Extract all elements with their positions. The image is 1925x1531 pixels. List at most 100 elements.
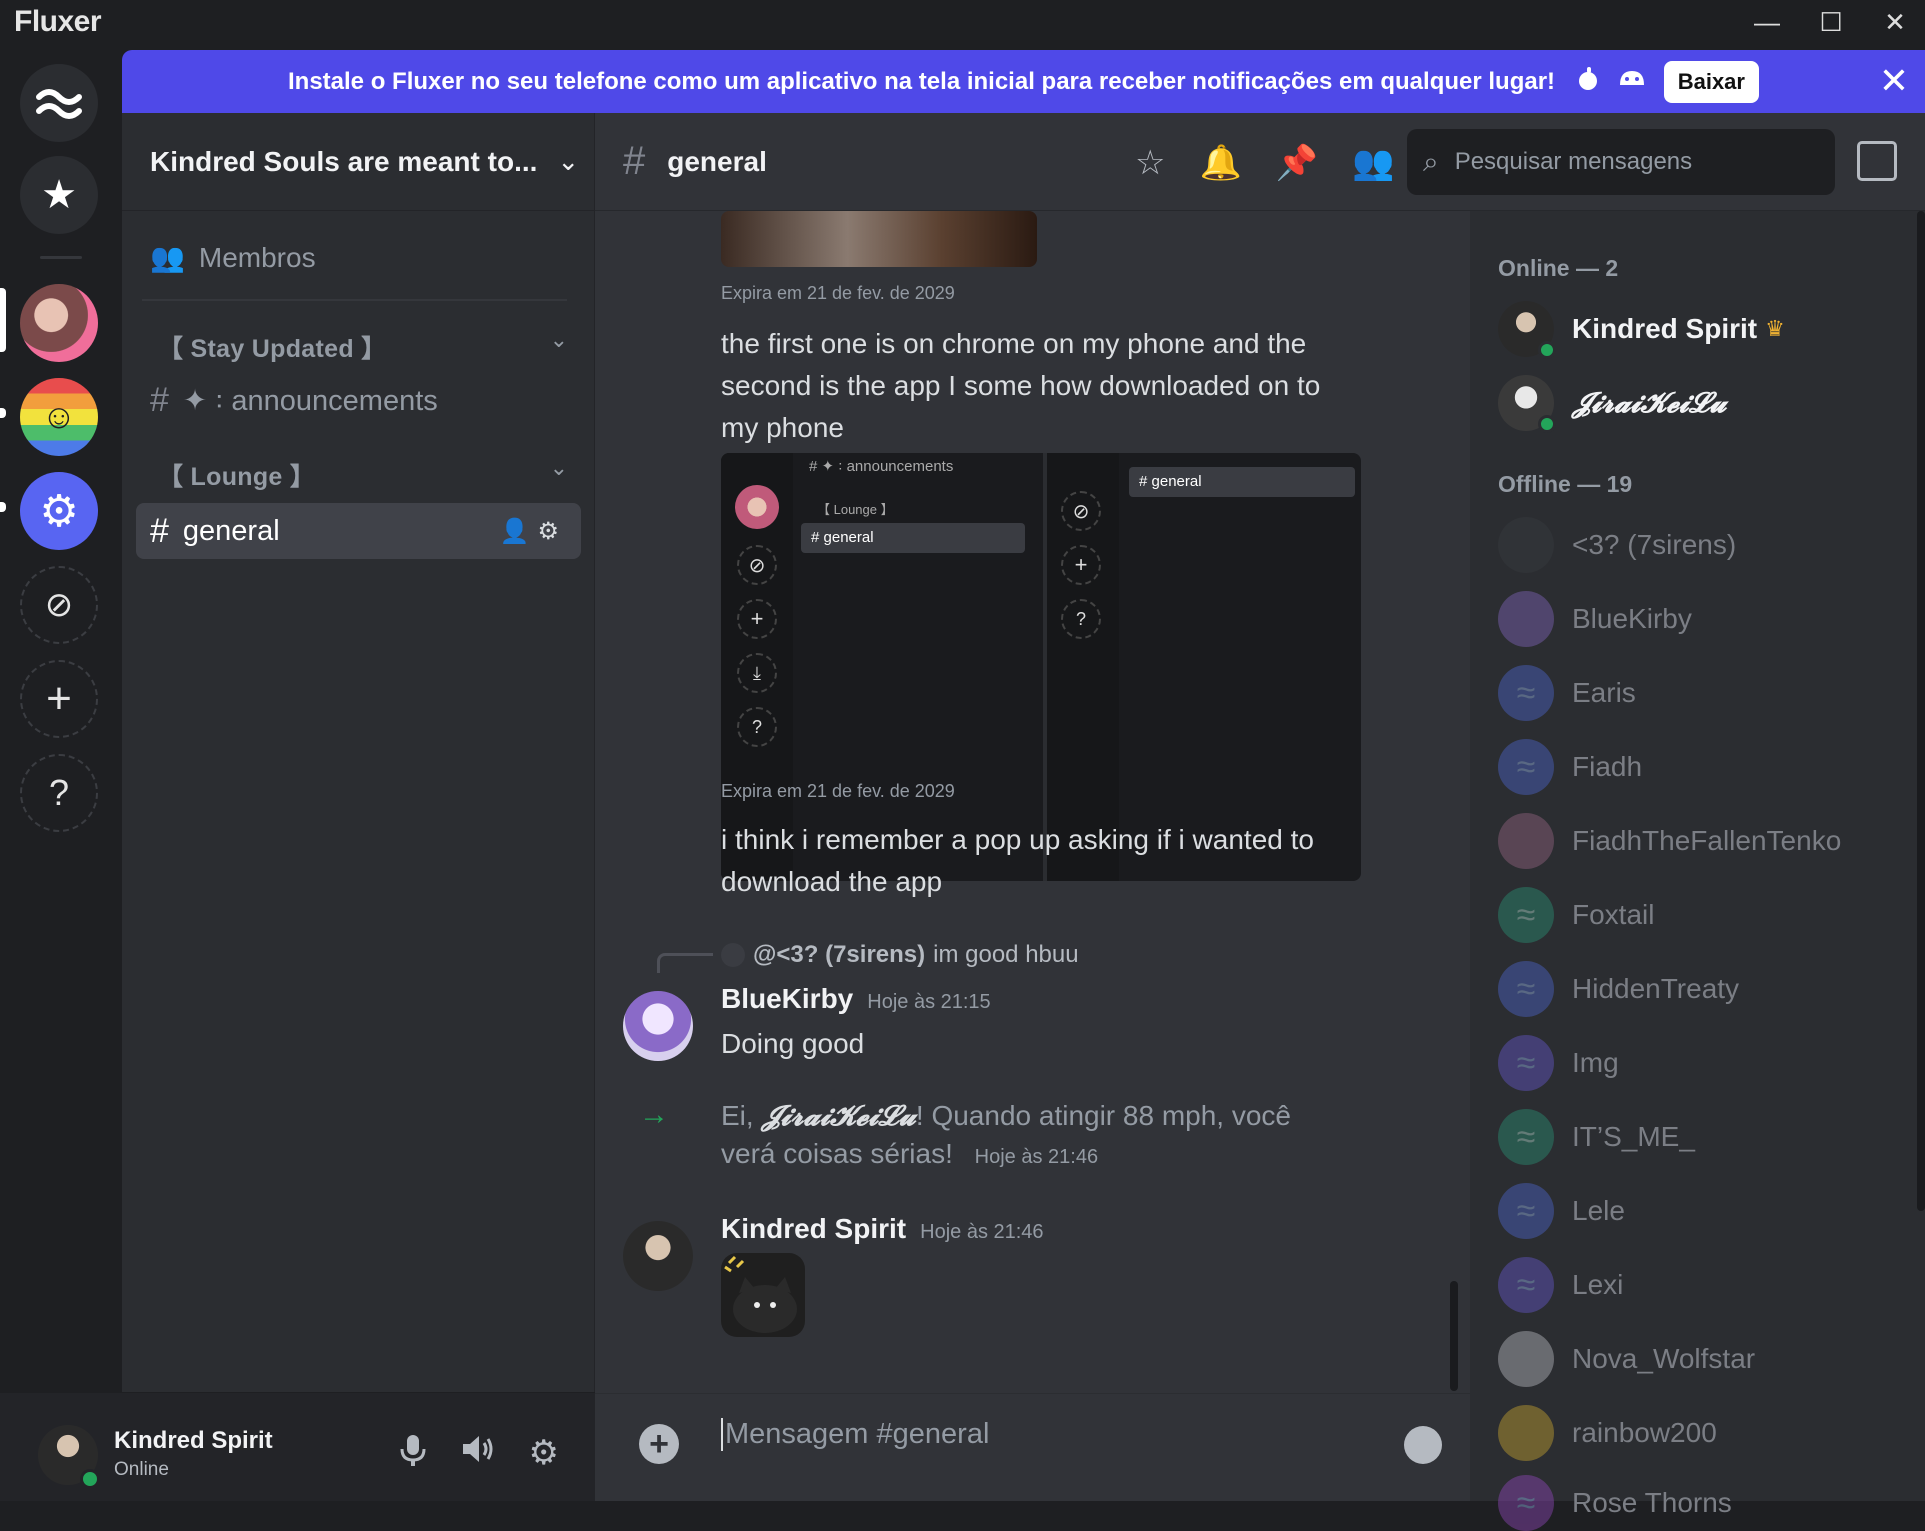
member-scrollbar[interactable] — [1917, 211, 1925, 1211]
message-input[interactable]: Mensagem #general — [721, 1418, 989, 1451]
members-label: Membros — [198, 241, 316, 273]
user-name[interactable]: Kindred Spirit — [114, 1427, 273, 1455]
member-item[interactable]: 𝓙𝓲𝓻𝓪𝓲𝓚𝓮𝓲𝓛𝓾 — [1498, 375, 1727, 433]
question-icon: ? — [1061, 599, 1101, 639]
member-item[interactable]: BlueKirby — [1498, 591, 1692, 647]
avatar — [1498, 375, 1556, 433]
fluxer-logo-icon: ≈ — [1498, 1257, 1554, 1313]
help-button[interactable]: ? — [20, 754, 98, 832]
embed-channel-announcements: # ✦ ꞉ announcements — [809, 458, 954, 475]
member-item[interactable]: FiadhTheFallenTenko — [1498, 813, 1841, 869]
add-server-button[interactable]: + — [20, 660, 98, 738]
question-icon: ? — [737, 707, 777, 747]
member-item[interactable]: rainbow200 — [1498, 1405, 1717, 1461]
member-item[interactable]: Nova_Wolfstar — [1498, 1331, 1755, 1387]
star-icon: ★ — [41, 173, 77, 217]
minimize-button[interactable]: — — [1749, 4, 1785, 40]
member-name: Foxtail — [1572, 899, 1655, 930]
member-name: Kindred Spirit — [1572, 313, 1758, 344]
speaker-icon[interactable] — [461, 1433, 495, 1465]
channel-label: ✦ ꞉ announcements — [182, 385, 438, 417]
members-icon[interactable]: 👥 — [1352, 143, 1394, 183]
member-item[interactable]: ≈ Earis — [1498, 665, 1636, 721]
attach-button[interactable]: + — [639, 1424, 679, 1464]
author-name[interactable]: BlueKirby — [721, 983, 853, 1014]
guild-header[interactable]: Kindred Souls are meant to... ⌄ — [122, 113, 594, 211]
plus-icon: + — [46, 674, 72, 723]
system-prefix: Ei, — [721, 1100, 762, 1131]
member-item[interactable]: ≈ Foxtail — [1498, 887, 1654, 943]
invite-icon[interactable]: 👤 — [500, 518, 538, 545]
plus-icon: + — [1061, 545, 1101, 585]
members-link[interactable]: 👥 Membros — [150, 241, 316, 274]
maximize-button[interactable]: ☐ — [1813, 4, 1849, 40]
message-timestamp: Hoje às 21:46 — [920, 1221, 1044, 1243]
explore-button[interactable]: ⊘ — [20, 566, 98, 644]
member-item[interactable]: ≈ Lexi — [1498, 1257, 1623, 1313]
member-name: IT’S_ME_ — [1572, 1121, 1695, 1152]
user-panel: Kindred Spirit Online ⚙ — [0, 1392, 595, 1501]
avatar[interactable] — [623, 1221, 693, 1291]
search-input[interactable]: ⌕ Pesquisar mensagens — [1407, 129, 1835, 195]
member-item[interactable]: ≈ Img — [1498, 1035, 1619, 1091]
reply-preview[interactable]: @<3? (7sirens) im good hbuu — [721, 941, 1079, 969]
cat-sticker[interactable] — [721, 1253, 805, 1337]
close-window-button[interactable]: ✕ — [1877, 4, 1913, 40]
bell-icon[interactable]: 🔔 — [1199, 143, 1241, 183]
avatar[interactable] — [623, 991, 693, 1061]
category-lounge[interactable]: 【 Lounge 】 — [158, 457, 315, 493]
attachment-screenshot[interactable]: ⊘ + ⤓ ? # ✦ ꞉ announcements 【 Lounge 】 #… — [721, 453, 1361, 881]
channel-general[interactable]: # general 👤⚙ — [136, 503, 581, 559]
platform-icons — [1575, 65, 1646, 98]
install-banner: Instale o Fluxer no seu telefone como um… — [122, 50, 1925, 113]
reply-author[interactable]: @<3? (7sirens) — [753, 941, 925, 969]
member-item[interactable]: Kindred Spirit ♛ — [1498, 301, 1785, 359]
member-name: 𝓙𝓲𝓻𝓪𝓲𝓚𝓮𝓲𝓛𝓾 — [1572, 386, 1727, 419]
download-button[interactable]: Baixar — [1663, 60, 1759, 103]
pin-icon[interactable]: 📌 — [1276, 143, 1318, 183]
microphone-icon[interactable] — [399, 1433, 427, 1467]
chat-scrollbar[interactable] — [1450, 1281, 1458, 1391]
member-item[interactable]: ≈ HiddenTreaty — [1498, 961, 1739, 1017]
server-rainbow-gamepad[interactable]: ☺ — [20, 378, 98, 456]
emoji-button[interactable] — [1404, 1426, 1442, 1464]
member-item[interactable]: ≈ Rose Thorns — [1498, 1475, 1732, 1531]
chat-area: # general ☆ 🔔 📌 👥 ⌕ Pesquisar mensagens … — [595, 113, 1925, 1501]
author-name[interactable]: Kindred Spirit — [721, 1213, 906, 1244]
app-title: Fluxer — [14, 5, 102, 38]
channel-announcements[interactable]: # ✦ ꞉ announcements — [150, 381, 438, 420]
member-item[interactable]: ≈ Fiadh — [1498, 739, 1642, 795]
attachment-image[interactable] — [721, 211, 1037, 267]
server-rail: ★ ☺ ⚙ ⊘ + ? — [0, 44, 122, 1501]
member-name: Nova_Wolfstar — [1572, 1343, 1756, 1374]
user-controls: ⚙ — [399, 1433, 559, 1473]
favorites-button[interactable]: ★ — [20, 156, 98, 234]
member-name: Lexi — [1572, 1269, 1624, 1300]
fluxer-logo-icon: ≈ — [1498, 1475, 1554, 1531]
fluxer-logo-icon: ≈ — [1498, 961, 1554, 1017]
server-settings-hub[interactable]: ⚙ — [20, 472, 98, 550]
title-bar: Fluxer — ☐ ✕ — [0, 0, 1925, 44]
mentioned-user[interactable]: 𝓙𝓲𝓻𝓪𝓲𝓚𝓮𝓲𝓛𝓾 — [761, 1099, 915, 1132]
gear-icon[interactable]: ⚙ — [529, 1433, 559, 1473]
server-kindred-souls[interactable] — [20, 284, 98, 362]
settings-icon[interactable]: ⚙ — [537, 518, 567, 545]
category-stay-updated[interactable]: 【 Stay Updated 】 — [158, 329, 386, 365]
android-icon — [1619, 71, 1644, 85]
message-text: Doing good — [721, 1028, 865, 1059]
system-message: Ei, 𝓙𝓲𝓻𝓪𝓲𝓚𝓮𝓲𝓛𝓾! Quando atingir 88 mph, v… — [721, 1097, 1341, 1176]
inbox-icon[interactable] — [1857, 141, 1897, 181]
fluxer-logo-icon: ≈ — [1498, 665, 1554, 721]
home-logo-button[interactable] — [20, 64, 98, 142]
member-item[interactable]: <3? (7sirens) — [1498, 517, 1736, 573]
member-item[interactable]: ≈ Lele — [1498, 1183, 1625, 1239]
chevron-down-icon[interactable]: ⌄ — [550, 455, 568, 481]
banner-close-button[interactable]: ✕ — [1879, 60, 1909, 102]
chevron-down-icon[interactable]: ⌄ — [550, 327, 568, 353]
fluxer-logo-icon: ≈ — [1498, 1035, 1554, 1091]
star-icon[interactable]: ☆ — [1135, 143, 1165, 183]
member-name: rainbow200 — [1572, 1417, 1717, 1448]
waving-cat-icon — [724, 1255, 797, 1333]
member-item[interactable]: ≈ IT’S_ME_ — [1498, 1109, 1695, 1165]
apple-icon — [1579, 67, 1598, 90]
